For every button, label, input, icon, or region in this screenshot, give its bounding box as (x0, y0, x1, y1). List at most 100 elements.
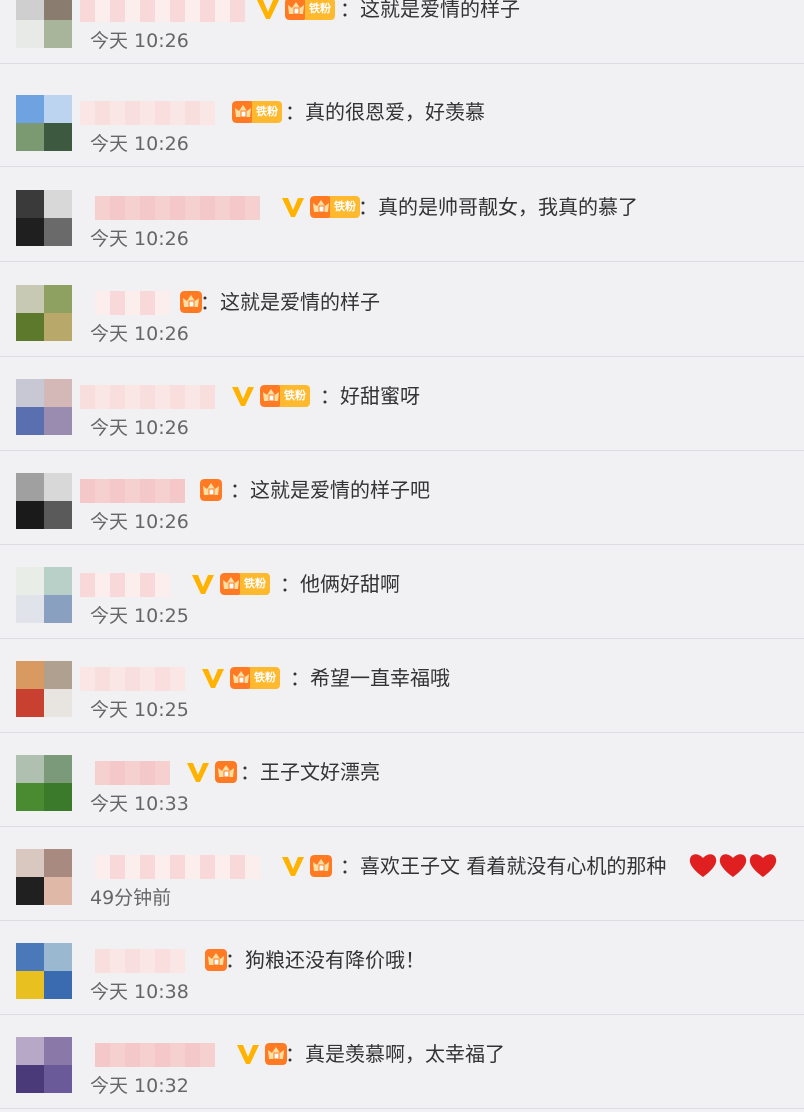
avatar-tile (44, 1065, 72, 1093)
fan-crown-icon: 铁粉 (310, 196, 362, 218)
avatar-tile (16, 595, 44, 623)
comment-text: ：真的很恩爱，好羡慕 (285, 100, 485, 124)
avatar-tile (16, 501, 44, 529)
avatar-tile (16, 95, 44, 123)
comment-list: 铁粉 ：这就是爱情的样子 今天 10:26 铁粉 ：真的很恩爱，好羡慕 今天 10:26 铁… (0, 0, 804, 1112)
blurred-username[interactable] (80, 101, 222, 125)
comment-row: 铁粉 ：真的是帅哥靓女，我真的慕了 今天 10:26 (0, 168, 804, 262)
avatar[interactable] (16, 1037, 72, 1093)
row-divider (0, 1108, 804, 1109)
comment-text: ：这就是爱情的样子 (340, 0, 520, 21)
crown-icon (310, 855, 332, 877)
avatar-tile (16, 190, 44, 218)
avatar-tile (16, 661, 44, 689)
avatar-tile (44, 190, 72, 218)
avatar-tile (44, 218, 72, 246)
avatar[interactable] (16, 473, 72, 529)
avatar-tile (44, 123, 72, 151)
avatar[interactable] (16, 661, 72, 717)
blurred-username[interactable] (80, 667, 190, 691)
blurred-username[interactable] (80, 479, 190, 503)
avatar[interactable] (16, 190, 72, 246)
avatar[interactable] (16, 379, 72, 435)
crown-icon (232, 101, 254, 123)
heart-emojis (688, 851, 778, 881)
comment-time: 今天 10:26 (90, 417, 189, 439)
verified-v-icon (235, 1042, 261, 1066)
avatar-tile (44, 595, 72, 623)
heart-emoji (688, 851, 718, 883)
comment-text: ：这就是爱情的样子吧 (230, 478, 430, 502)
comment-time: 今天 10:32 (90, 1075, 189, 1097)
blurred-username[interactable] (80, 385, 220, 409)
avatar[interactable] (16, 755, 72, 811)
avatar-tile (44, 379, 72, 407)
blurred-username[interactable] (95, 761, 175, 785)
avatar[interactable] (16, 0, 72, 48)
avatar[interactable] (16, 943, 72, 999)
comment-time: 今天 10:26 (90, 30, 189, 52)
fan-level-badge: 铁粉 (330, 196, 360, 218)
avatar-tile (44, 20, 72, 48)
crown-icon (265, 1043, 287, 1065)
comment-row: 铁粉 ：他俩好甜啊 今天 10:25 (0, 545, 804, 639)
avatar-tile (16, 877, 44, 905)
comment-time: 今天 10:26 (90, 323, 189, 345)
avatar-tile (16, 379, 44, 407)
avatar-tile (44, 689, 72, 717)
verified-v-icon (190, 572, 216, 596)
fan-level-badge: 铁粉 (305, 0, 335, 20)
avatar[interactable] (16, 567, 72, 623)
avatar-tile (16, 783, 44, 811)
fan-crown-icon: 铁粉 (232, 101, 284, 123)
comment-text: ：真是羡慕啊，太幸福了 (285, 1042, 505, 1066)
avatar-tile (16, 943, 44, 971)
comment-row: 铁粉 ：这就是爱情的样子今天 10:26 (0, 0, 804, 64)
blurred-username[interactable] (80, 573, 180, 597)
avatar-tile (44, 1037, 72, 1065)
comment-row: ：这就是爱情的样子 今天 10:26 (0, 263, 804, 357)
avatar-tile (44, 971, 72, 999)
verified-v-icon (280, 854, 306, 878)
avatar-tile (44, 407, 72, 435)
verified-v-icon (230, 384, 256, 408)
avatar[interactable] (16, 285, 72, 341)
avatar-tile (44, 877, 72, 905)
fan-crown-icon (310, 855, 332, 877)
crown-icon (180, 291, 202, 313)
fan-crown-icon (215, 761, 237, 783)
blurred-username[interactable] (95, 855, 270, 879)
comment-time: 今天 10:25 (90, 699, 189, 721)
heart-emoji (748, 851, 778, 883)
avatar-tile (44, 95, 72, 123)
comment-time: 今天 10:33 (90, 793, 189, 815)
blurred-username[interactable] (95, 1043, 225, 1067)
row-divider (0, 261, 804, 262)
avatar-tile (16, 407, 44, 435)
fan-crown-icon (265, 1043, 287, 1065)
heart-emoji (718, 851, 748, 883)
blurred-username[interactable] (95, 949, 195, 973)
avatar-tile (44, 313, 72, 341)
verified-v-icon (280, 195, 306, 219)
blurred-username[interactable] (95, 291, 170, 315)
avatar-tile (44, 285, 72, 313)
avatar-tile (16, 567, 44, 595)
avatar[interactable] (16, 95, 72, 151)
avatar-tile (16, 689, 44, 717)
comment-row: ：王子文好漂亮 今天 10:33 (0, 733, 804, 827)
avatar-tile (16, 218, 44, 246)
crown-icon (215, 761, 237, 783)
avatar-tile (16, 20, 44, 48)
blurred-username[interactable] (95, 196, 270, 220)
avatar-tile (44, 849, 72, 877)
blurred-username[interactable] (80, 0, 245, 22)
fan-crown-icon: 铁粉 (230, 667, 282, 689)
comment-time: 今天 10:26 (90, 511, 189, 533)
verified-v-icon (200, 666, 226, 690)
comment-row: 铁粉 ：真的很恩爱，好羡慕 今天 10:26 (0, 73, 804, 167)
comment-text: ：喜欢王子文 看着就没有心机的那种 (340, 854, 667, 878)
crown-icon (285, 0, 307, 20)
avatar[interactable] (16, 849, 72, 905)
crown-icon (260, 385, 282, 407)
